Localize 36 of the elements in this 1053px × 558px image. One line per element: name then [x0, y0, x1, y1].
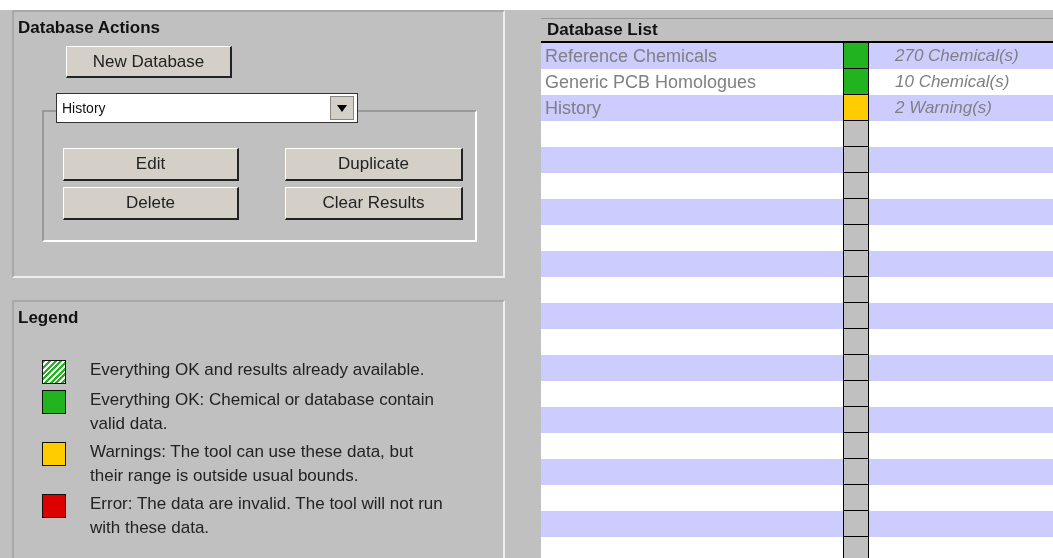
- database-count: 270 Chemical(s): [894, 45, 1020, 67]
- database-dropdown[interactable]: History: [56, 93, 358, 123]
- status-square-icon: [843, 199, 869, 225]
- database-count: 10 Chemical(s): [894, 71, 1011, 93]
- legend-text: Warnings: The tool can use these data, but their range is outside usual bounds.: [90, 441, 415, 487]
- status-square-icon: [843, 173, 869, 199]
- database-name: Reference Chemicals: [544, 45, 719, 68]
- database-name: History: [544, 97, 602, 120]
- status-square-icon: [843, 433, 869, 459]
- status-square-icon: [843, 303, 869, 329]
- legend-text: Error: The data are invalid. The tool will not run with these data.: [90, 493, 444, 539]
- panel-title: Database Actions: [17, 17, 162, 39]
- status-square-icon: [843, 381, 869, 407]
- action-button[interactable]: Delete: [63, 187, 239, 220]
- database-name: Generic PCB Homologues: [544, 71, 758, 94]
- status-square-icon: [843, 537, 869, 558]
- list-title: Database List: [541, 18, 1053, 43]
- action-button[interactable]: Edit: [63, 148, 239, 181]
- new-database-button[interactable]: New Database: [66, 46, 232, 78]
- status-square-icon: [843, 459, 869, 485]
- status-square-icon: [843, 355, 869, 381]
- status-square-icon: [843, 251, 869, 277]
- status-square-icon: [843, 511, 869, 537]
- status-square-icon: [843, 407, 869, 433]
- status-square-icon: [843, 485, 869, 511]
- status-square-icon: [843, 121, 869, 147]
- legend-text: Everything OK: Chemical or database contain valid data.: [90, 389, 435, 435]
- action-button[interactable]: Duplicate: [285, 148, 463, 181]
- status-square-icon: [843, 225, 869, 251]
- panel-title: Legend: [17, 307, 80, 329]
- status-square-icon: [843, 147, 869, 173]
- status-square-icon: [843, 277, 869, 303]
- status-square-icon: [843, 329, 869, 355]
- action-button[interactable]: Clear Results: [285, 187, 463, 220]
- legend-text: Everything OK and results already available.: [90, 359, 426, 381]
- database-count: 2 Warning(s): [894, 97, 993, 119]
